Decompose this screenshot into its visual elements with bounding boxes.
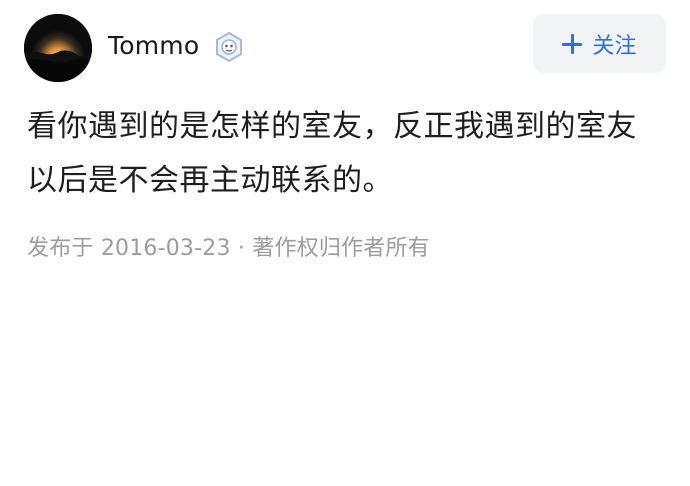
post-content: 看你遇到的是怎样的室友，反正我遇到的室友 以后是不会再主动联系的。 [27, 100, 667, 208]
meta-separator: · [237, 236, 246, 261]
plus-icon [562, 33, 583, 54]
post-text-line-2: 以后是不会再主动联系的。 [27, 163, 393, 198]
author-name[interactable]: Tommo [108, 31, 199, 60]
copyright-notice: 著作权归作者所有 [252, 236, 430, 261]
follow-label: 关注 [592, 33, 637, 59]
avatar[interactable] [24, 14, 92, 82]
follow-button[interactable]: 关注 [533, 14, 666, 73]
verified-badge-icon [214, 31, 244, 63]
published-prefix: 发布于 [27, 236, 94, 261]
post-meta: 发布于 2016-03-23 · 著作权归作者所有 [27, 230, 430, 262]
avatar-image [24, 14, 92, 82]
published-date: 2016-03-23 [100, 236, 231, 261]
post-header: Tommo 关注 [24, 14, 666, 82]
post-text-line-1: 看你遇到的是怎样的室友，反正我遇到的室友 [27, 109, 637, 144]
